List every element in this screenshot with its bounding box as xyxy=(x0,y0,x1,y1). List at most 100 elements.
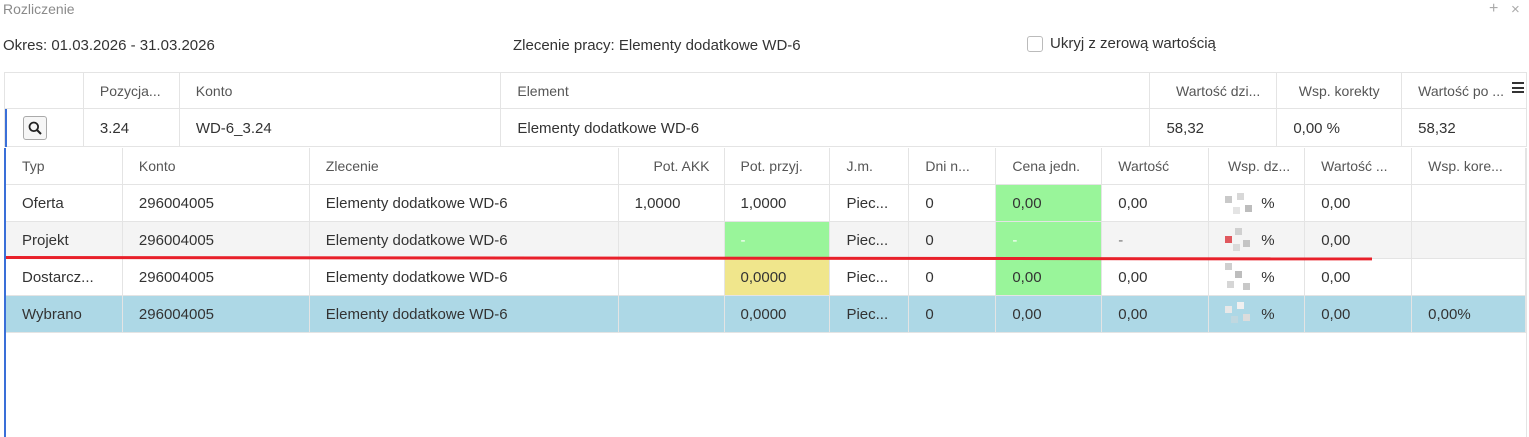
cell-wsp-korekty: 0,00 % xyxy=(1277,109,1403,147)
cell-cena-value: - xyxy=(1012,231,1018,249)
header-search-col xyxy=(5,73,84,108)
cell-cena: 0,00 xyxy=(996,259,1103,295)
cell-jm: Piec... xyxy=(830,296,910,332)
cell-pot-przyj: - xyxy=(724,222,831,258)
cell-pot-akk xyxy=(619,296,725,332)
cell-wartosc-2: 0,00 xyxy=(1305,185,1413,221)
plus-icon[interactable]: + xyxy=(1489,0,1498,18)
header-pozycja[interactable]: Pozycja... xyxy=(84,73,180,108)
position-row[interactable]: 3.24 WD-6_3.24 Elementy dodatkowe WD-6 5… xyxy=(5,109,1526,147)
cell-wsp-kore xyxy=(1412,259,1527,295)
cell-zlecenie: Elementy dodatkowe WD-6 xyxy=(310,259,619,295)
header-wartosc-dzi[interactable]: Wartość dzi... xyxy=(1150,73,1278,108)
cell-cena: 0,00 xyxy=(996,185,1103,221)
header-wartosc-2[interactable]: Wartość ... xyxy=(1305,148,1413,184)
cell-pozycja: 3.24 xyxy=(84,109,180,147)
cell-konto: 296004005 xyxy=(123,259,310,295)
header-wsp-dz[interactable]: Wsp. dz... xyxy=(1209,148,1306,184)
position-grid-header: Pozycja... Konto Element Wartość dzi... … xyxy=(5,73,1526,109)
detail-grid: Typ Konto Zlecenie Pot. AKK Pot. przyj. … xyxy=(4,148,1527,437)
header-zlecenie[interactable]: Zlecenie xyxy=(310,148,619,184)
cell-wartosc-2: 0,00 xyxy=(1305,222,1413,258)
cell-wartosc-dzi: 58,32 xyxy=(1150,109,1278,147)
table-row[interactable]: Projekt 296004005 Elementy dodatkowe WD-… xyxy=(6,222,1527,259)
cell-wartosc-po: 58,32 xyxy=(1418,119,1456,137)
header-dni[interactable]: Dni n... xyxy=(909,148,997,184)
cell-konto: WD-6_3.24 xyxy=(180,109,502,147)
cell-konto: 296004005 xyxy=(123,222,310,258)
pixel-block xyxy=(1225,196,1233,203)
cell-pot-przyj: 0,0000 xyxy=(724,259,831,295)
table-row-selected[interactable]: Wybrano 296004005 Elementy dodatkowe WD-… xyxy=(6,296,1527,333)
header-wartosc[interactable]: Wartość xyxy=(1102,148,1210,184)
pixel-block xyxy=(1227,281,1235,288)
header-wartosc-po-label: Wartość po ... xyxy=(1418,82,1504,99)
cell-cena: - xyxy=(996,222,1103,258)
cell-zlecenie: Elementy dodatkowe WD-6 xyxy=(310,185,619,221)
cell-typ: Dostarcz... xyxy=(6,259,123,295)
cell-wartosc: - xyxy=(1102,222,1210,258)
pixel-block xyxy=(1243,240,1251,247)
header-element[interactable]: Element xyxy=(501,73,1151,108)
header-jm[interactable]: J.m. xyxy=(830,148,910,184)
pixel-block xyxy=(1231,316,1239,323)
cell-dni: 0 xyxy=(909,185,997,221)
hide-zero-checkbox[interactable]: Ukryj z zerową wartością xyxy=(1027,35,1216,52)
cell-wsp-dz: % xyxy=(1209,296,1306,332)
cell-konto: 296004005 xyxy=(123,296,310,332)
checkbox-box[interactable] xyxy=(1027,35,1043,52)
work-order-label: Zlecenie pracy: Elementy dodatkowe WD-6 xyxy=(513,37,801,54)
menu-icon[interactable] xyxy=(1511,82,1524,93)
cell-wsp-dz: % xyxy=(1209,259,1306,295)
header-pot-przyj[interactable]: Pot. przyj. xyxy=(725,148,831,184)
cell-wartosc-2: 0,00 xyxy=(1305,296,1413,332)
cell-pot-przyj: 1,0000 xyxy=(725,185,831,221)
cell-jm: Piec... xyxy=(830,259,910,295)
cell-wartosc: 0,00 xyxy=(1102,259,1210,295)
cell-pot-akk xyxy=(619,259,725,295)
table-row[interactable]: Dostarcz... 296004005 Elementy dodatkowe… xyxy=(6,259,1527,296)
cell-wsp-dz-value: % xyxy=(1261,305,1275,323)
position-grid: Pozycja... Konto Element Wartość dzi... … xyxy=(4,72,1527,147)
header-cena[interactable]: Cena jedn. xyxy=(996,148,1103,184)
window-title: Rozliczenie xyxy=(3,1,75,17)
header-konto[interactable]: Konto xyxy=(123,148,310,184)
cell-jm: Piec... xyxy=(830,185,910,221)
header-pot-akk[interactable]: Pot. AKK xyxy=(619,148,725,184)
cell-pot-akk xyxy=(619,222,725,258)
hide-zero-label: Ukryj z zerową wartością xyxy=(1050,35,1216,52)
cell-jm: Piec... xyxy=(830,222,910,258)
header-wartosc-po[interactable]: Wartość po ... xyxy=(1402,73,1526,108)
header-typ[interactable]: Typ xyxy=(6,148,123,184)
search-cell xyxy=(7,109,84,147)
cell-wartosc-2: 0,00 xyxy=(1305,259,1413,295)
cell-wsp-kore: 0,00% xyxy=(1412,296,1527,332)
title-bar: Rozliczenie + × xyxy=(0,0,1529,22)
cell-wsp-dz-value: % xyxy=(1261,268,1275,286)
pixel-block xyxy=(1237,302,1245,309)
pixel-block xyxy=(1243,283,1251,290)
cell-cena: 0,00 xyxy=(996,296,1103,332)
pixel-block xyxy=(1233,207,1241,214)
close-icon[interactable]: × xyxy=(1511,1,1520,18)
pixel-block xyxy=(1225,306,1233,313)
cell-wsp-dz-value: % xyxy=(1261,194,1275,212)
cell-dni: 0 xyxy=(909,222,997,258)
header-wsp-kore[interactable]: Wsp. kore... xyxy=(1412,148,1527,184)
header-wsp-korekty[interactable]: Wsp. korekty xyxy=(1277,73,1403,108)
pixel-block xyxy=(1245,205,1253,212)
search-icon[interactable] xyxy=(23,116,47,140)
cell-wartosc: 0,00 xyxy=(1102,296,1210,332)
cell-element: Elementy dodatkowe WD-6 xyxy=(501,109,1151,147)
pixel-block xyxy=(1243,314,1251,321)
cell-typ: Oferta xyxy=(6,185,123,221)
cell-typ: Wybrano xyxy=(6,296,123,332)
cell-zlecenie: Elementy dodatkowe WD-6 xyxy=(310,296,619,332)
table-row[interactable]: Oferta 296004005 Elementy dodatkowe WD-6… xyxy=(6,185,1527,222)
cell-pot-przyj-value: - xyxy=(740,231,746,249)
cell-wsp-dz-value: % xyxy=(1261,231,1275,249)
cell-typ: Projekt xyxy=(6,222,123,258)
cell-dni: 0 xyxy=(909,296,997,332)
cell-wsp-dz: % xyxy=(1209,185,1306,221)
header-konto[interactable]: Konto xyxy=(180,73,502,108)
